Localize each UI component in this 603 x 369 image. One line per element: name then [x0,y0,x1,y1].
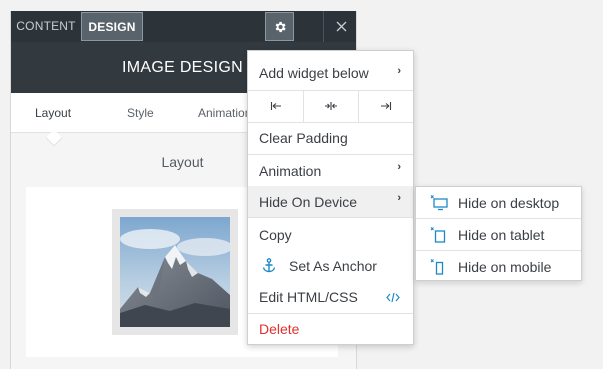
desktop-hidden-icon [430,195,448,211]
submenu-item-label: Hide on desktop [458,195,560,211]
submenu-item-hide-mobile[interactable]: Hide on mobile [416,251,581,282]
context-menu: Add widget below › Clear Padding Animati… [247,50,414,345]
chevron-right-icon: › [397,192,401,204]
close-icon [336,21,346,32]
submenu-item-label: Hide on mobile [458,259,552,275]
menu-item-animation[interactable]: Animation › [248,155,413,186]
menu-item-label: Set As Anchor [289,258,377,274]
menu-item-label: Edit HTML/CSS [259,289,358,305]
hide-on-device-submenu: Hide on desktop Hide on tablet Hide on m… [415,186,582,281]
menu-item-clear-padding[interactable]: Clear Padding [248,123,413,154]
menu-item-label: Clear Padding [259,130,348,146]
code-icon [386,292,400,303]
align-right-icon [381,102,392,110]
menu-item-label: Animation [259,163,322,179]
align-center-icon [325,102,337,110]
menu-item-label: Copy [259,227,292,243]
image-thumbnail[interactable] [112,209,238,335]
gear-icon [275,21,286,32]
subtab-layout[interactable]: Layout [35,93,71,133]
menu-item-label: Hide On Device [259,194,358,210]
align-center-button[interactable] [303,90,358,122]
tab-design[interactable]: DESIGN [81,12,143,41]
alignment-row [248,90,413,122]
tab-content[interactable]: CONTENT [11,11,81,42]
close-button[interactable] [323,11,358,42]
mobile-hidden-icon [430,259,444,275]
subtab-animation[interactable]: Animation [198,93,251,133]
settings-button[interactable] [265,12,294,41]
anchor-icon [262,258,276,273]
mountain-image [120,217,230,327]
menu-item-delete[interactable]: Delete [248,314,413,345]
align-left-button[interactable] [248,90,303,122]
menu-item-hide-on-device[interactable]: Hide On Device › [248,186,413,217]
menu-item-edit-html-css[interactable]: Edit HTML/CSS [248,282,413,313]
menu-item-add-widget[interactable]: Add widget below › [248,65,413,87]
chevron-right-icon: › [397,65,401,77]
menu-item-set-as-anchor[interactable]: Set As Anchor [248,250,413,281]
chevron-right-icon: › [397,161,401,173]
submenu-item-hide-tablet[interactable]: Hide on tablet [416,219,581,250]
align-left-icon [270,102,281,110]
menu-item-label: Delete [259,321,300,337]
menu-item-label: Add widget below [259,65,369,81]
subtab-style[interactable]: Style [127,93,154,133]
submenu-item-label: Hide on tablet [458,227,545,243]
tablet-hidden-icon [430,227,446,243]
align-right-button[interactable] [358,90,413,122]
submenu-item-hide-desktop[interactable]: Hide on desktop [416,187,581,218]
panel-top-bar: CONTENT DESIGN [11,11,356,42]
menu-item-copy[interactable]: Copy [248,218,413,249]
